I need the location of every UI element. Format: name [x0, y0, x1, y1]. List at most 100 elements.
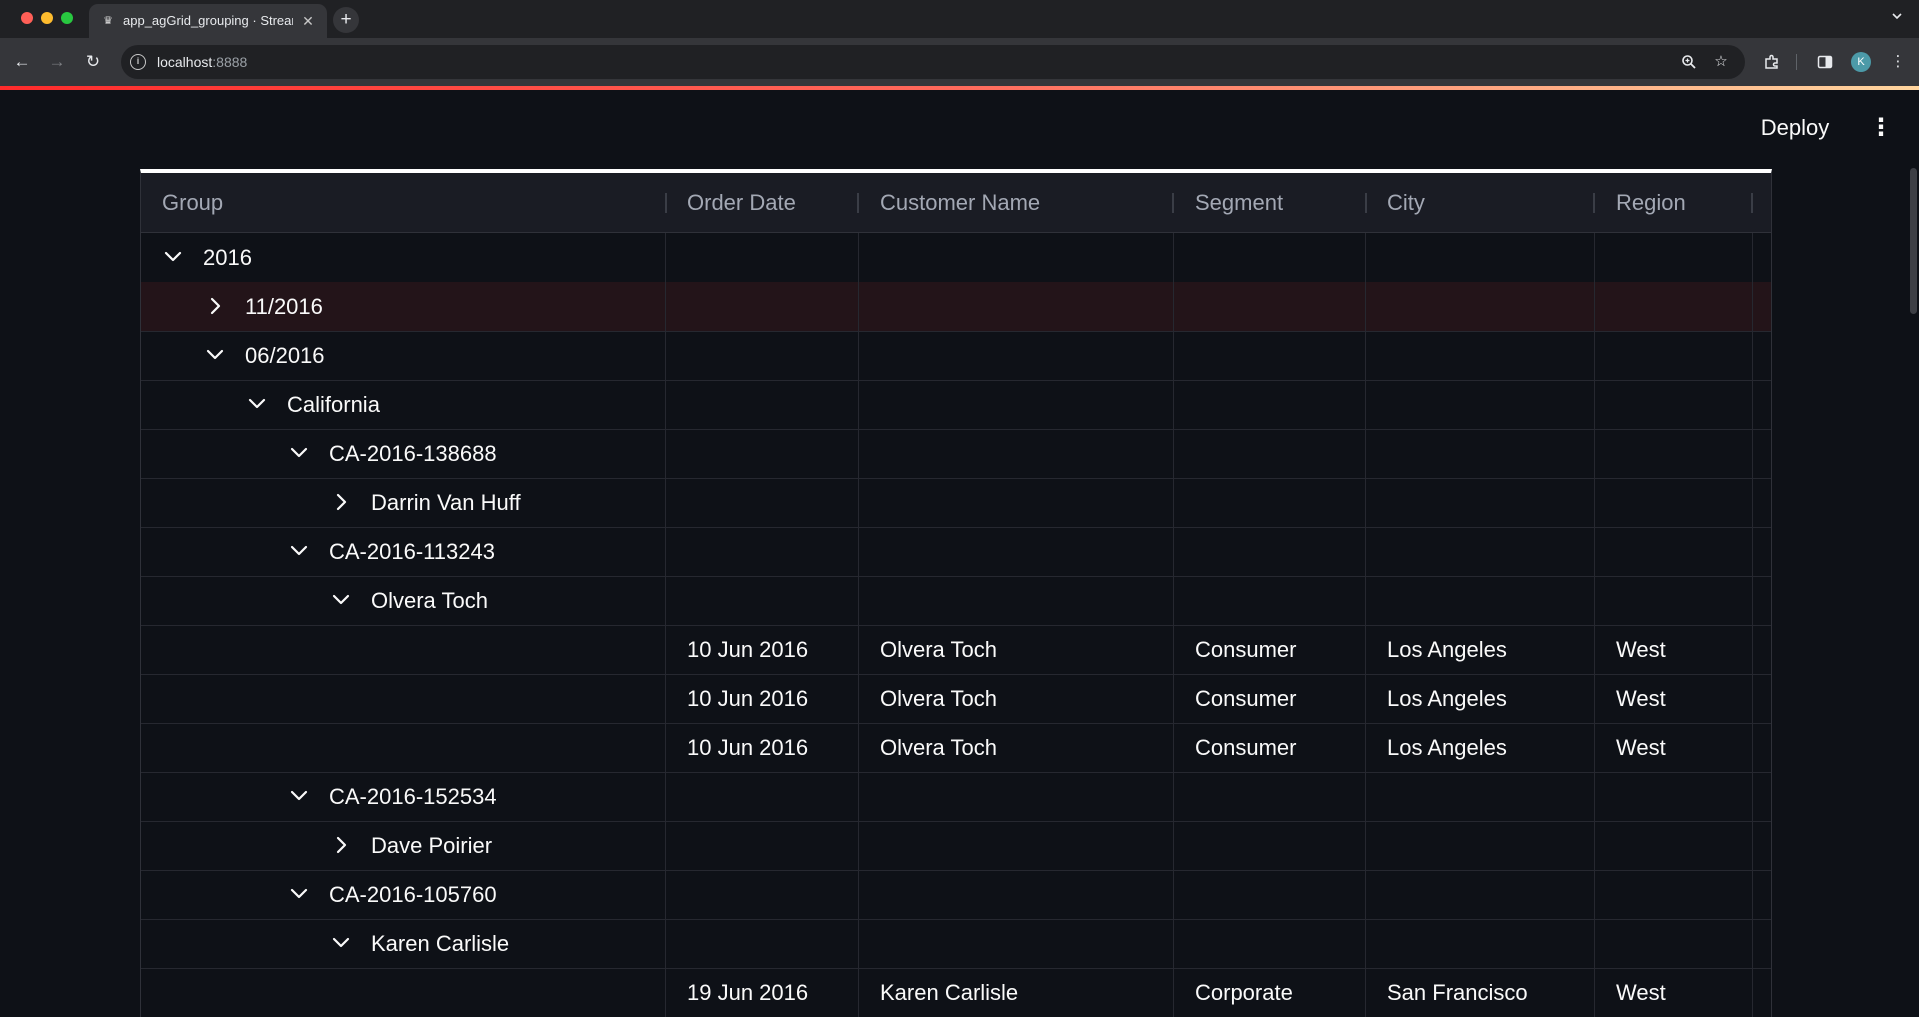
region-cell[interactable]: [1595, 821, 1753, 870]
group-cell[interactable]: Dave Poirier: [141, 821, 666, 870]
chevron-down-icon[interactable]: [245, 392, 269, 416]
chevron-down-icon[interactable]: [329, 931, 353, 955]
group-cell[interactable]: Darrin Van Huff: [141, 478, 666, 527]
group-row[interactable]: Olvera Toch: [141, 576, 1771, 626]
chevron-down-icon[interactable]: [161, 245, 185, 269]
region-cell[interactable]: West: [1595, 674, 1753, 723]
order-date-cell[interactable]: [666, 919, 859, 968]
forward-arrow-icon[interactable]: →: [45, 50, 69, 74]
group-cell[interactable]: CA-2016-113243: [141, 527, 666, 576]
chevron-down-icon[interactable]: [287, 882, 311, 906]
order-date-cell[interactable]: [666, 282, 859, 331]
customer-name-cell[interactable]: Olvera Toch: [859, 674, 1174, 723]
customer-name-cell[interactable]: [859, 870, 1174, 919]
group-row[interactable]: CA-2016-105760: [141, 870, 1771, 920]
city-cell[interactable]: [1366, 821, 1595, 870]
region-cell[interactable]: West: [1595, 723, 1753, 772]
order-date-cell[interactable]: 10 Jun 2016: [666, 625, 859, 674]
city-cell[interactable]: [1366, 576, 1595, 625]
header-segment[interactable]: Segment: [1174, 173, 1366, 232]
data-row[interactable]: 10 Jun 2016 Olvera Toch Consumer Los Angele…: [141, 674, 1771, 724]
city-cell[interactable]: [1366, 331, 1595, 380]
close-tab-icon[interactable]: ✕: [299, 12, 317, 30]
segment-cell[interactable]: Consumer: [1174, 723, 1366, 772]
region-cell[interactable]: West: [1595, 625, 1753, 674]
city-cell[interactable]: [1366, 478, 1595, 527]
back-arrow-icon[interactable]: ←: [10, 50, 34, 74]
order-date-cell[interactable]: [666, 380, 859, 429]
segment-cell[interactable]: [1174, 527, 1366, 576]
segment-cell[interactable]: [1174, 331, 1366, 380]
order-date-cell[interactable]: 10 Jun 2016: [666, 674, 859, 723]
chevron-right-icon[interactable]: [329, 490, 353, 514]
group-cell[interactable]: 2016: [141, 233, 666, 282]
order-date-cell[interactable]: [666, 772, 859, 821]
group-cell[interactable]: [141, 625, 666, 674]
chevron-right-icon[interactable]: [203, 294, 227, 318]
group-cell[interactable]: [141, 723, 666, 772]
group-row[interactable]: Dave Poirier: [141, 821, 1771, 871]
region-cell[interactable]: [1595, 478, 1753, 527]
customer-name-cell[interactable]: [859, 821, 1174, 870]
customer-name-cell[interactable]: Olvera Toch: [859, 723, 1174, 772]
data-row[interactable]: 19 Jun 2016 Karen Carlisle Corporate San Fr…: [141, 968, 1771, 1017]
segment-cell[interactable]: [1174, 576, 1366, 625]
region-cell[interactable]: [1595, 380, 1753, 429]
city-cell[interactable]: San Francisco: [1366, 968, 1595, 1017]
main-menu-icon[interactable]: ⋮: [1869, 112, 1893, 144]
customer-name-cell[interactable]: [859, 233, 1174, 282]
order-date-cell[interactable]: [666, 478, 859, 527]
group-row[interactable]: Karen Carlisle: [141, 919, 1771, 969]
segment-cell[interactable]: Consumer: [1174, 674, 1366, 723]
region-cell[interactable]: [1595, 331, 1753, 380]
region-cell[interactable]: West: [1595, 968, 1753, 1017]
group-row[interactable]: California: [141, 380, 1771, 430]
group-cell[interactable]: [141, 674, 666, 723]
segment-cell[interactable]: [1174, 233, 1366, 282]
region-cell[interactable]: [1595, 527, 1753, 576]
maximize-window-button[interactable]: [61, 12, 73, 24]
city-cell[interactable]: [1366, 233, 1595, 282]
deploy-button[interactable]: Deploy: [1747, 112, 1843, 144]
customer-name-cell[interactable]: Olvera Toch: [859, 625, 1174, 674]
region-cell[interactable]: [1595, 919, 1753, 968]
data-row[interactable]: 10 Jun 2016 Olvera Toch Consumer Los Angele…: [141, 625, 1771, 675]
header-region[interactable]: Region: [1595, 173, 1753, 232]
zoom-icon[interactable]: [1679, 52, 1699, 72]
group-cell[interactable]: 11/2016: [141, 282, 666, 331]
new-tab-button[interactable]: +: [333, 7, 359, 33]
segment-cell[interactable]: [1174, 870, 1366, 919]
region-cell[interactable]: [1595, 282, 1753, 331]
customer-name-cell[interactable]: [859, 282, 1174, 331]
group-cell[interactable]: California: [141, 380, 666, 429]
region-cell[interactable]: [1595, 576, 1753, 625]
customer-name-cell[interactable]: [859, 478, 1174, 527]
customer-name-cell[interactable]: [859, 576, 1174, 625]
region-cell[interactable]: [1595, 772, 1753, 821]
order-date-cell[interactable]: [666, 576, 859, 625]
city-cell[interactable]: Los Angeles: [1366, 625, 1595, 674]
order-date-cell[interactable]: [666, 331, 859, 380]
group-row[interactable]: 11/2016: [141, 282, 1771, 332]
order-date-cell[interactable]: [666, 821, 859, 870]
chevron-down-icon[interactable]: [329, 588, 353, 612]
group-row[interactable]: Darrin Van Huff: [141, 478, 1771, 528]
city-cell[interactable]: [1366, 870, 1595, 919]
chevron-down-icon[interactable]: [287, 539, 311, 563]
customer-name-cell[interactable]: [859, 429, 1174, 478]
header-order-date[interactable]: Order Date: [666, 173, 859, 232]
browser-tab[interactable]: ♛ app_agGrid_grouping · Streamlit ✕: [89, 4, 327, 38]
segment-cell[interactable]: [1174, 821, 1366, 870]
segment-cell[interactable]: [1174, 380, 1366, 429]
chevron-down-icon[interactable]: [203, 343, 227, 367]
header-group[interactable]: Group: [141, 173, 666, 232]
customer-name-cell[interactable]: [859, 380, 1174, 429]
tab-search-chevron-icon[interactable]: [1889, 9, 1905, 27]
chevron-down-icon[interactable]: [287, 784, 311, 808]
city-cell[interactable]: [1366, 527, 1595, 576]
segment-cell[interactable]: Corporate: [1174, 968, 1366, 1017]
customer-name-cell[interactable]: [859, 772, 1174, 821]
order-date-cell[interactable]: [666, 429, 859, 478]
group-row[interactable]: CA-2016-138688: [141, 429, 1771, 479]
chevron-right-icon[interactable]: [329, 833, 353, 857]
